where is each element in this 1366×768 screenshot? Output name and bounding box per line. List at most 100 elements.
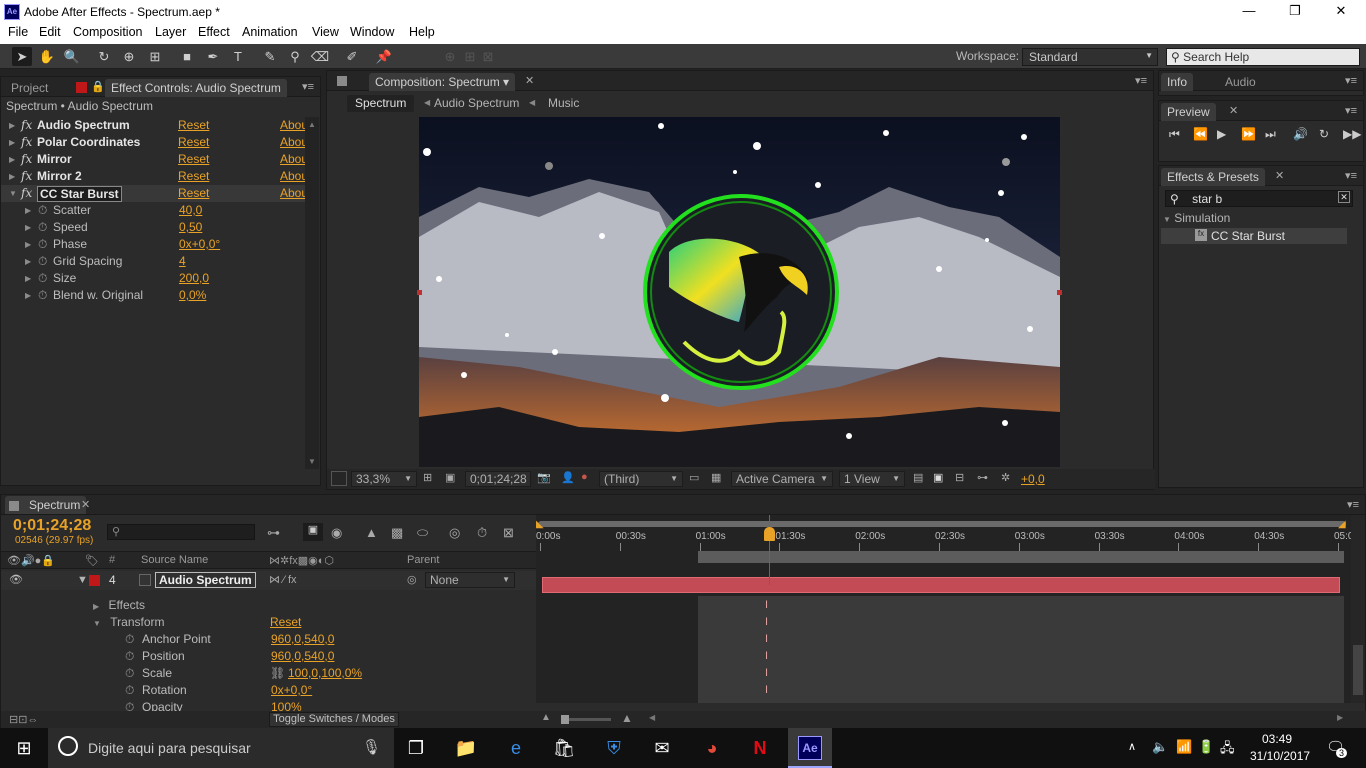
eraser-tool-icon[interactable]: ⌫ [310,47,330,66]
network-icon[interactable]: 🖧 [1220,739,1235,761]
store-icon[interactable]: 🛍 [552,736,576,760]
panel-menu-icon[interactable]: ▾≡ [302,80,314,93]
layer-label-color[interactable] [89,575,100,586]
ram-preview-icon[interactable]: ▶▶ [1343,127,1361,141]
timeline-track-area[interactable]: ◣ ◢ 0:00s 00:30s 01:00s 01:30s 02:00s 02:30s 0… [536,515,1359,703]
effect-row[interactable]: ▶ fx Mirror 2 Reset Abou [1,168,308,185]
breadcrumb-music[interactable]: Music [548,96,579,110]
av-features-icon[interactable]: 👁🔊●🔒 [7,554,55,567]
param-value[interactable]: 0,50 [179,219,202,236]
stopwatch-icon[interactable]: ⏱ [38,236,47,253]
effect-about-link[interactable]: Abou [280,168,308,185]
play-icon[interactable]: ▶ [1217,127,1226,141]
param-value[interactable]: 0,0% [179,287,206,304]
work-area-end-icon[interactable]: ◢ [1338,519,1346,530]
pickwhip-icon[interactable]: ◎ [407,573,417,586]
footer-panes-icon[interactable]: ⊟⊡⇔ [9,713,38,726]
edge-browser-icon[interactable]: e [504,736,528,760]
minimize-button[interactable]: — [1238,3,1260,18]
taskbar-search-box[interactable]: Digite aqui para pesquisar 🎙 [48,728,394,768]
brainstorm-icon[interactable]: ◎ [449,525,460,541]
clock-date[interactable]: 31/10/2017 [1250,749,1310,763]
scroll-left-icon[interactable]: ◀ [649,713,655,722]
category-simulation[interactable]: ▼ Simulation [1163,211,1230,225]
grid-icon[interactable]: ⊞ [423,471,432,484]
roi-icon[interactable]: ▭ [689,471,699,484]
next-frame-icon[interactable]: ⏩ [1241,127,1256,141]
collapsed-triangle-icon[interactable]: ▶ [9,168,15,185]
transparency-grid-icon[interactable]: ▦ [711,471,721,484]
resolution-dropdown[interactable]: (Third) ▼ [599,471,683,487]
scroll-thumb[interactable] [1353,645,1363,695]
parent-dropdown[interactable]: None ▼ [425,572,515,588]
layer-switches-icon[interactable]: ⋈ ⁄ fx [269,573,297,586]
view-layout-dropdown[interactable]: 1 View ▼ [839,471,905,487]
param-value[interactable]: 200,0 [179,270,209,287]
property-value[interactable]: 100,0,100,0% [288,665,362,682]
property-value[interactable]: 0x+0,0° [271,682,312,699]
effects-group[interactable]: ▶ Effects [93,597,145,614]
stopwatch-icon[interactable]: ⏱ [38,219,47,236]
close-tab-icon[interactable]: ✕ [1229,104,1238,117]
collapsed-triangle-icon[interactable]: ▶ [25,219,31,236]
layer-duration-bar[interactable] [542,577,1340,593]
transform-group[interactable]: ▼ Transform [93,614,165,631]
clone-stamp-tool-icon[interactable]: ⚲ [285,47,305,66]
tab-audio[interactable]: Audio [1219,73,1262,91]
previous-frame-icon[interactable]: ⏪ [1193,127,1208,141]
region-icon[interactable]: ▣ [445,471,455,484]
panel-menu-icon[interactable]: ▾≡ [1347,498,1359,511]
search-help-input[interactable]: ⚲ Search Help [1166,48,1360,66]
flowchart-icon[interactable]: ⊶ [977,471,988,484]
hand-tool-icon[interactable]: ✋ [37,47,57,66]
collapsed-triangle-icon[interactable]: ▶ [9,134,15,151]
scroll-up-icon[interactable]: ▲ [308,120,316,129]
breadcrumb-audio-spectrum[interactable]: Audio Spectrum [434,96,519,110]
constrain-proportions-icon[interactable]: ⛓ [270,665,285,682]
netflix-icon[interactable]: N [748,736,772,760]
effect-param-row[interactable]: ▶ ⏱ Speed 0,50 [1,219,305,236]
stopwatch-icon[interactable]: ⏱ [38,202,47,219]
timeline-scrollbar[interactable] [1351,515,1365,703]
zoom-out-icon[interactable]: ▲ [541,712,551,723]
comp-mini-flowchart-icon[interactable]: ⊶ [267,525,280,541]
zoom-slider[interactable] [561,715,611,724]
fx-icon[interactable]: fx [21,185,32,202]
parent-header[interactable]: Parent [407,554,439,566]
zoom-slider-thumb[interactable] [561,715,569,724]
effect-row[interactable]: ▶ fx Audio Spectrum Reset Abou [1,117,308,134]
restore-button[interactable]: ❐ [1284,3,1306,19]
effect-reset-link[interactable]: Reset [178,117,209,134]
menu-window[interactable]: Window [350,25,394,39]
camera-tool-icon[interactable]: ⊕ [119,47,139,66]
always-preview-icon[interactable] [331,471,347,486]
stopwatch-icon[interactable]: ⏱ [125,665,134,682]
draft-3d-icon[interactable]: ▣ [303,523,323,541]
tab-effects-presets[interactable]: Effects & Presets [1161,168,1265,186]
switches-header-icon[interactable]: ⋈✲fx▩◉◐⬡ [269,554,334,567]
graph-editor-icon[interactable]: ⬭ [417,525,428,541]
pan-behind-tool-icon[interactable]: ⊞ [145,47,165,66]
collapsed-triangle-icon[interactable]: ▶ [9,117,15,134]
fx-icon[interactable]: fx [21,117,32,134]
scroll-right-icon[interactable]: ▶ [1337,713,1343,722]
label-column-icon[interactable]: 🏷 [85,554,99,567]
effect-result-row[interactable]: fx CC Star Burst [1161,228,1347,244]
transform-property-row[interactable]: ⏱ Position 960,0,540,0 [1,648,536,665]
battery-icon[interactable]: 🔋 [1198,739,1214,755]
panel-menu-icon[interactable]: ▾≡ [1345,74,1357,87]
brush-tool-icon[interactable]: ✎ [260,47,280,66]
breadcrumb-spectrum[interactable]: Spectrum [347,95,415,112]
effect-param-row[interactable]: ▶ ⏱ Size 200,0 [1,270,305,287]
effect-about-link[interactable]: Abou [280,151,308,168]
effect-row[interactable]: ▶ fx Polar Coordinates Reset Abou [1,134,308,151]
effect-reset-link[interactable]: Reset [178,185,209,202]
show-snapshot-icon[interactable]: 👤 [561,471,575,484]
fx-icon[interactable]: fx [21,168,32,185]
effect-row[interactable]: ▼ fx CC Star Burst Reset Abou [1,185,308,202]
effect-reset-link[interactable]: Reset [178,151,209,168]
puppet-pin-tool-icon[interactable]: 📌 [374,47,394,66]
hide-shy-layers-icon[interactable]: ◉ [331,525,342,541]
effect-param-row[interactable]: ▶ ⏱ Blend w. Original 0,0% [1,287,305,304]
transform-property-row[interactable]: ⏱ Scale ⛓ 100,0,100,0% [1,665,536,682]
